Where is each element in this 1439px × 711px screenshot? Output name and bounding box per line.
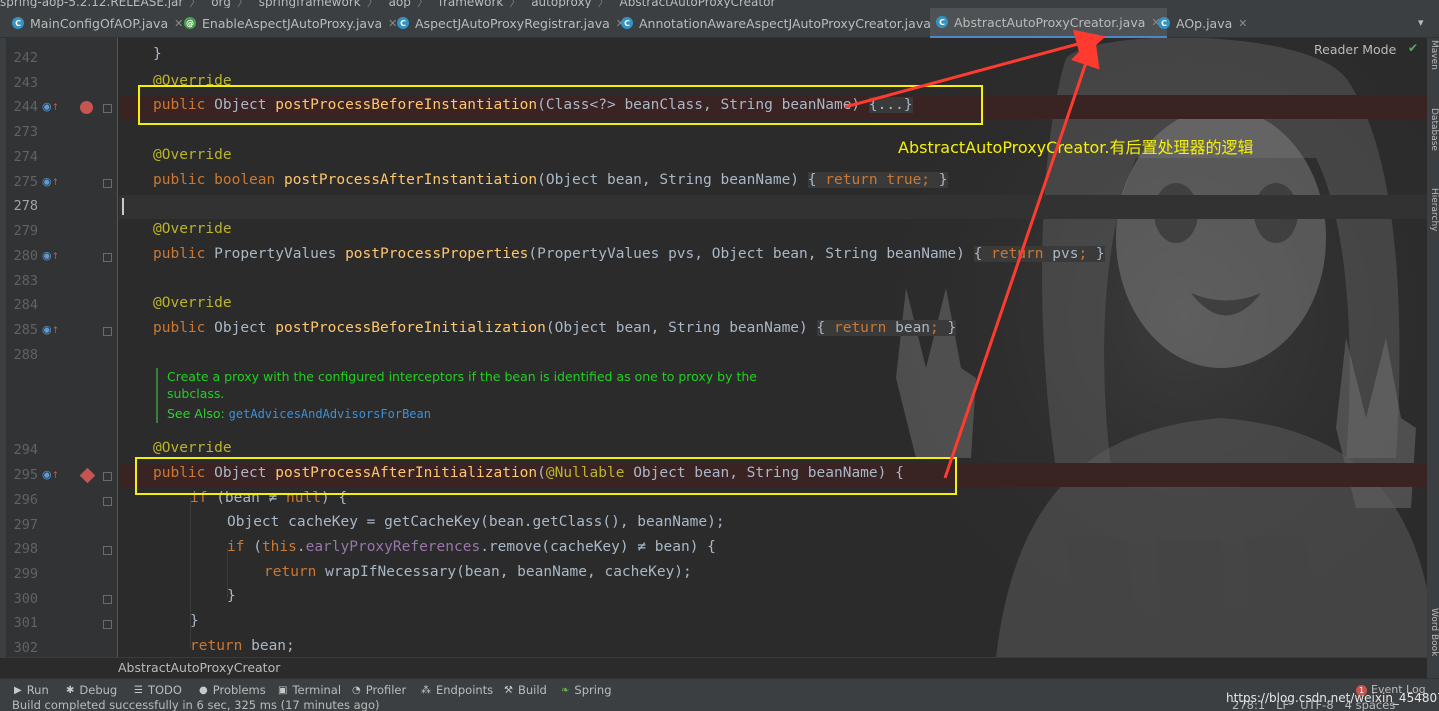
tool-label: Build (517, 683, 547, 697)
tool-debug[interactable]: ✱ Debug (66, 683, 117, 697)
tool-label: Terminal (292, 683, 342, 697)
arrow-line (844, 29, 1106, 109)
build-status-message: Build completed successfully in 6 sec, 3… (12, 700, 380, 711)
build-hammer-icon: ⚒ (504, 684, 513, 696)
tool-spring[interactable]: ❧ Spring (561, 683, 612, 697)
tool-label: Problems (212, 683, 266, 697)
run-icon: ▶ (14, 684, 22, 696)
tool-run[interactable]: ▶ Run (14, 683, 49, 697)
tool-label: Endpoints (436, 683, 494, 697)
tool-label: Debug (79, 683, 118, 697)
spring-leaf-icon: ❧ (561, 684, 570, 696)
tool-label: Run (26, 683, 49, 697)
todo-icon: ☰ (134, 684, 143, 696)
profiler-icon: ◔ (352, 684, 361, 696)
tool-problems[interactable]: ● Problems (199, 683, 266, 697)
tool-terminal[interactable]: ▣ Terminal (278, 683, 341, 697)
tool-profiler[interactable]: ◔ Profiler (352, 683, 406, 697)
arrow-line (943, 36, 1100, 479)
debug-icon: ✱ (66, 684, 75, 696)
endpoints-icon: ⁂ (421, 684, 431, 696)
annotation-arrows (844, 29, 1106, 479)
tool-window-bar: ▶ Run ✱ Debug ☰ TODO ● Problems ▣ Terminal ◔ P… (0, 678, 1439, 700)
problems-icon: ● (199, 684, 208, 696)
tool-label: Profiler (365, 683, 407, 697)
terminal-icon: ▣ (278, 684, 288, 696)
editor-breadcrumb-class[interactable]: AbstractAutoProxyCreator (118, 660, 280, 675)
watermark: https://blog.csdn.net/weixin_45480785 (1226, 691, 1439, 705)
tool-label: TODO (147, 683, 182, 697)
tool-endpoints[interactable]: ⁂ Endpoints (421, 683, 493, 697)
editor-breadcrumb: AbstractAutoProxyCreator (0, 657, 1427, 678)
status-bar: Build completed successfully in 6 sec, 3… (0, 700, 1439, 711)
tool-todo[interactable]: ☰ TODO (134, 683, 182, 697)
tool-label: Spring (574, 683, 612, 697)
tool-build[interactable]: ⚒ Build (504, 683, 547, 697)
